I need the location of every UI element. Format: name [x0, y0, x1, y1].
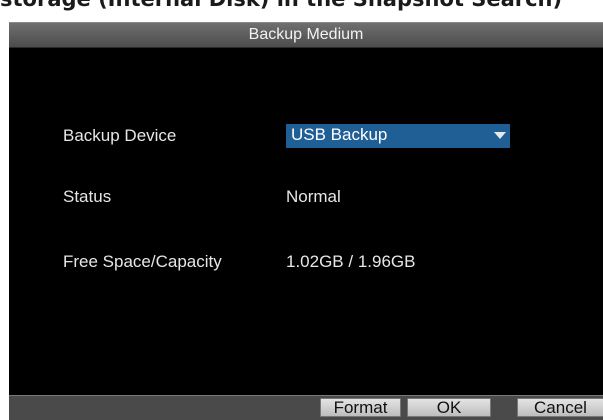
free-space-label: Free Space/Capacity: [63, 252, 222, 271]
backup-device-label: Backup Device: [63, 126, 177, 145]
dialog-button-bar: Format OK Cancel: [9, 395, 603, 420]
free-space-value: 1.02GB / 1.96GB: [286, 252, 416, 271]
dialog-titlebar: Backup Medium: [9, 22, 603, 48]
format-button[interactable]: Format: [320, 398, 401, 417]
cancel-button[interactable]: Cancel: [517, 398, 603, 417]
status-label: Status: [63, 187, 112, 206]
backup-device-value: USB Backup: [291, 125, 388, 144]
backup-device-select[interactable]: USB Backup: [286, 124, 510, 148]
backup-medium-dialog: Backup Medium Backup Device USB Backup S…: [9, 22, 603, 420]
chevron-down-icon[interactable]: [490, 124, 510, 148]
caption-text: storage (Internal Disk) in the Snapshot …: [0, 0, 562, 11]
document-caption: storage (Internal Disk) in the Snapshot …: [0, 0, 603, 22]
dialog-title: Backup Medium: [248, 26, 364, 43]
status-value: Normal: [286, 187, 341, 206]
ok-button[interactable]: OK: [407, 398, 491, 417]
